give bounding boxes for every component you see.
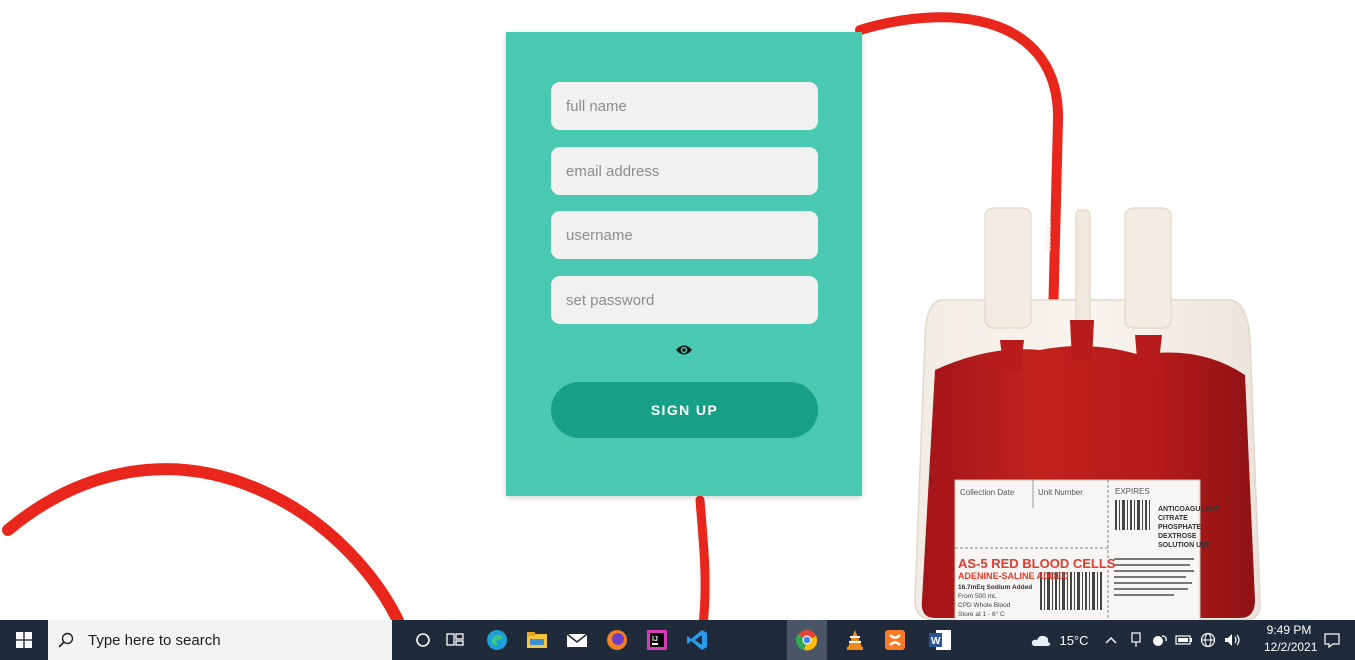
edge-icon[interactable] — [482, 625, 512, 655]
label-whole-blood: CPD Whole Blood — [958, 602, 1011, 609]
label-anticoagulant-1: ANTICOAGULANT — [1158, 506, 1220, 513]
network-globe-icon[interactable] — [1198, 620, 1218, 660]
signup-card: SIGN UP — [506, 32, 862, 496]
chevron-up-icon[interactable] — [1102, 620, 1120, 660]
weather-icon[interactable] — [1030, 620, 1052, 660]
eye-icon[interactable] — [675, 343, 693, 357]
svg-text:W: W — [931, 636, 941, 647]
start-button[interactable] — [0, 620, 48, 660]
label-unit-number: Unit Number — [1038, 488, 1083, 497]
task-view-icon[interactable] — [440, 625, 470, 655]
label-anticoagulant-3: PHOSPHATE — [1158, 524, 1201, 531]
label-store: Store at 1 - 6° C — [958, 610, 1005, 618]
tube-bottom — [695, 495, 710, 620]
cortana-icon[interactable] — [408, 625, 438, 655]
word-icon[interactable]: W — [925, 625, 955, 655]
usb-icon[interactable] — [1126, 620, 1146, 660]
label-from: From 500 mL — [958, 593, 997, 600]
volume-icon[interactable] — [1222, 620, 1244, 660]
clock-time: 9:49 PM — [1266, 623, 1312, 637]
bag-port-left — [984, 207, 1032, 329]
file-explorer-icon[interactable] — [522, 625, 552, 655]
search-placeholder: Type here to search — [88, 631, 221, 649]
label-product-title: AS-5 RED BLOOD CELLS — [958, 556, 1116, 571]
label-sodium: 16.7mEq Sodium Added — [958, 584, 1032, 591]
label-anticoagulant-5: SOLUTION USP — [1158, 542, 1211, 549]
windows-icon — [16, 632, 32, 648]
notification-icon[interactable] — [1318, 620, 1346, 660]
label-anticoagulant-2: CITRATE — [1158, 515, 1188, 522]
svg-text:IJ: IJ — [652, 636, 658, 643]
mail-icon[interactable] — [562, 625, 592, 655]
firefox-icon[interactable] — [602, 625, 632, 655]
tube-left — [2, 463, 405, 620]
label-expires: EXPIRES — [1115, 487, 1150, 496]
taskbar-search[interactable]: Type here to search — [48, 620, 392, 660]
bag-port-right — [1124, 207, 1172, 329]
email-input[interactable] — [551, 147, 818, 195]
desktop-window: Collection Date Unit Number EXPIRES ANTI… — [0, 0, 1355, 620]
full-name-input[interactable] — [551, 82, 818, 130]
signup-button[interactable]: SIGN UP — [551, 382, 818, 438]
search-icon — [58, 632, 74, 648]
password-input[interactable] — [551, 276, 818, 324]
clock-date: 12/2/2021 — [1264, 640, 1318, 654]
label-anticoagulant-4: DEXTROSE — [1158, 533, 1197, 540]
bag-port-middle — [1075, 209, 1091, 331]
meet-now-icon[interactable] — [1150, 620, 1170, 660]
clock[interactable]: 9:49 PM 12/2/2021 — [1264, 622, 1318, 656]
xampp-icon[interactable] — [880, 625, 910, 655]
intellij-icon[interactable]: IJ — [642, 625, 672, 655]
taskbar: Type here to search IJ W 15°C 9:49 PM 12… — [0, 620, 1355, 660]
vlc-icon[interactable] — [840, 625, 870, 655]
battery-icon[interactable] — [1174, 620, 1194, 660]
username-input[interactable] — [551, 211, 818, 259]
tube-number: 65915068 — [1044, 220, 1051, 251]
vscode-icon[interactable] — [682, 625, 712, 655]
label-product-subtitle: ADENINE-SALINE ADDED — [958, 571, 1069, 581]
chrome-icon[interactable] — [787, 620, 827, 660]
temperature-text[interactable]: 15°C — [1054, 620, 1094, 660]
label-collection-date: Collection Date — [960, 488, 1015, 497]
